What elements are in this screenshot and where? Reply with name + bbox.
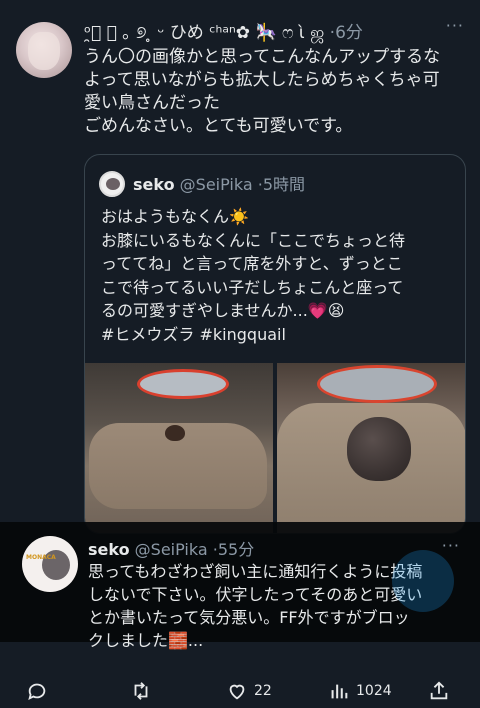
- retweet-button[interactable]: [130, 680, 152, 702]
- views-icon: [331, 684, 348, 699]
- tweet-text-line: うん〇の画像かと思ってこんなんアップするな: [84, 47, 441, 67]
- retweet-icon: [134, 682, 148, 700]
- reply-time[interactable]: ·55分: [213, 540, 254, 559]
- photo-bird-closeup[interactable]: [277, 363, 465, 533]
- reply-header: seko @SeiPika ·55分: [88, 536, 254, 560]
- tweet-text-line: よって思いながらも拡大したらめちゃくちゃ可: [84, 70, 440, 90]
- tweet: ᵒ̯᪲ ︶ ｡ ୭ ̥ ᵕ ひめ ᶜʰᵃⁿ✿ 🎠 ෆ ὶ ஜ ·6分 ··· う…: [0, 0, 480, 708]
- reply-icon: [28, 683, 46, 701]
- tweet-time[interactable]: ·6分: [330, 23, 363, 43]
- quoted-media: [85, 363, 465, 533]
- quoted-time[interactable]: ·5時間: [258, 175, 305, 194]
- views-count: 1024: [356, 683, 392, 699]
- reply-handle[interactable]: @SeiPika: [135, 540, 208, 559]
- tweet-header: ᵒ̯᪲ ︶ ｡ ୭ ̥ ᵕ ひめ ᶜʰᵃⁿ✿ 🎠 ෆ ὶ ஜ ·6分: [84, 18, 363, 45]
- chair-cushion: [317, 365, 437, 403]
- more-options-icon[interactable]: ···: [446, 16, 464, 35]
- quoted-text-line: お膝にいるもなくんに「ここでちょっと待: [101, 230, 406, 250]
- quoted-text-line: るの可愛すぎやしませんか...💗😫: [101, 301, 345, 320]
- heart-icon: [229, 684, 245, 700]
- tweet-text-line: 愛い鳥さんだった: [84, 93, 220, 113]
- quoted-text-line: おはようもなくん☀️: [101, 207, 249, 226]
- tweet-text-line: ごめんなさい。とても可愛いです。: [84, 116, 353, 136]
- action-bar: 22 1024: [0, 672, 480, 708]
- quail: [347, 417, 411, 481]
- quoted-text-line: っててね」と言って席を外すと、ずっとこ: [101, 254, 403, 273]
- quoted-text: おはようもなくん☀️ お膝にいるもなくんに「ここでちょっと待 っててね」と言って…: [101, 205, 457, 346]
- tweet-text: うん〇の画像かと思ってこんなんアップするな よって思いながらも拡大したらめちゃく…: [84, 46, 468, 138]
- photo-bird-on-blanket[interactable]: [85, 363, 273, 533]
- avatar-logo-text: MONACA: [26, 554, 56, 561]
- quoted-text-line: こで待ってるいい子だしちょこんと座って: [101, 277, 404, 297]
- hashtags[interactable]: #ヒメウズラ #kingquail: [101, 323, 457, 347]
- quoted-header: seko @SeiPika ·5時間: [133, 171, 305, 195]
- share-button[interactable]: [428, 680, 450, 702]
- reply-button[interactable]: [26, 680, 48, 702]
- reply-name[interactable]: seko: [88, 540, 130, 559]
- reply-text-line: クしました🧱...: [88, 631, 204, 650]
- quoted-handle[interactable]: @SeiPika: [180, 175, 253, 194]
- author-avatar[interactable]: [16, 22, 72, 78]
- author-display-name[interactable]: ᵒ̯᪲ ︶ ｡ ୭ ̥ ᵕ ひめ ᶜʰᵃⁿ✿ 🎠 ෆ ὶ ஜ: [84, 23, 324, 43]
- reply-text-line: とか書いたって気分悪い。FF外ですがブロッ: [88, 608, 410, 627]
- compose-button[interactable]: [392, 550, 454, 612]
- quoted-name[interactable]: seko: [133, 175, 175, 194]
- like-count: 22: [254, 683, 272, 699]
- more-options-icon[interactable]: ···: [442, 536, 460, 555]
- like-button[interactable]: 22: [226, 680, 272, 702]
- chair-cushion: [137, 369, 229, 399]
- quoted-avatar[interactable]: [99, 171, 125, 197]
- quoted-tweet[interactable]: seko @SeiPika ·5時間 おはようもなくん☀️ お膝にいるもなくんに…: [84, 154, 466, 534]
- share-icon: [430, 681, 448, 700]
- reply-avatar[interactable]: MONACA: [22, 536, 78, 592]
- views-button[interactable]: 1024: [328, 680, 392, 702]
- quail: [165, 425, 185, 441]
